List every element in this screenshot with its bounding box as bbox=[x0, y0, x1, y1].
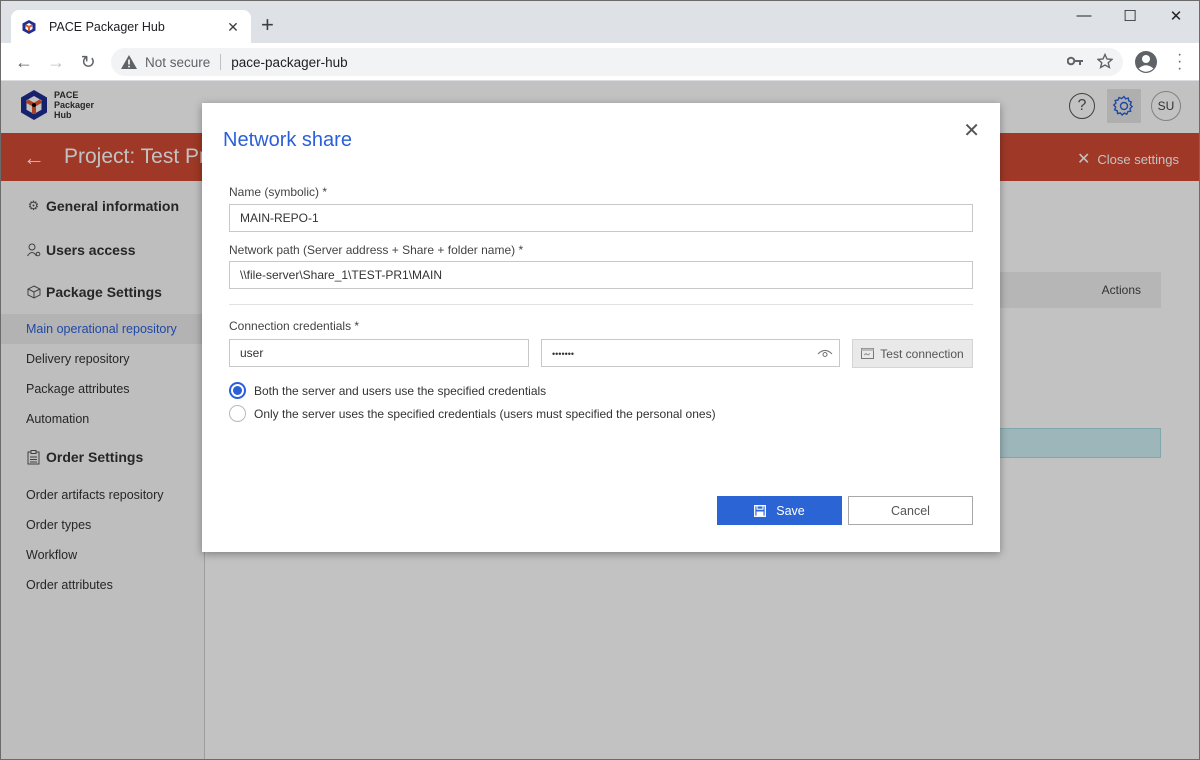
tab-title: PACE Packager Hub bbox=[49, 20, 165, 34]
radio-label: Both the server and users use the specif… bbox=[254, 383, 547, 398]
url-text: pace-packager-hub bbox=[231, 54, 348, 70]
pace-logo-icon bbox=[22, 20, 36, 34]
tab-close-icon[interactable]: ✕ bbox=[225, 19, 241, 36]
omnibox-separator bbox=[220, 54, 222, 70]
network-share-dialog: Network share ✕ Name (symbolic) * MAIN-R… bbox=[202, 103, 1000, 552]
radio-option-server-only-credentials[interactable]: Only the server uses the specified crede… bbox=[229, 405, 716, 422]
browser-toolbar: ← → ↻ Not secure pace-packager-hub · · · bbox=[1, 43, 1199, 81]
warning-icon bbox=[121, 55, 137, 69]
radio-label: Only the server uses the specified crede… bbox=[254, 406, 716, 421]
radio-button-selected[interactable] bbox=[229, 382, 246, 399]
minimize-button[interactable]: — bbox=[1061, 7, 1107, 29]
security-label: Not secure bbox=[145, 54, 211, 70]
maximize-button[interactable]: ☐ bbox=[1107, 7, 1153, 29]
save-button[interactable]: Save bbox=[717, 496, 842, 525]
test-connection-label: Test connection bbox=[880, 346, 964, 361]
browser-menu-icon[interactable]: · · · bbox=[1177, 47, 1182, 77]
address-bar[interactable]: Not secure pace-packager-hub bbox=[111, 48, 1123, 76]
bookmark-star-icon[interactable] bbox=[1097, 53, 1113, 69]
key-icon[interactable] bbox=[1067, 56, 1083, 66]
dialog-close-icon[interactable]: ✕ bbox=[963, 121, 980, 141]
network-path-label: Network path (Server address + Share + f… bbox=[229, 243, 524, 257]
section-divider bbox=[229, 304, 973, 305]
new-tab-button[interactable]: + bbox=[261, 14, 274, 36]
profile-icon[interactable] bbox=[1134, 50, 1158, 74]
back-button[interactable]: ← bbox=[13, 51, 35, 73]
radio-button[interactable] bbox=[229, 405, 246, 422]
browser-tab[interactable]: PACE Packager Hub ✕ bbox=[11, 10, 251, 44]
password-mask: ••••••• bbox=[552, 349, 575, 359]
network-path-input[interactable]: \\file-server\Share_1\TEST-PR1\MAIN bbox=[229, 261, 973, 289]
reload-button[interactable]: ↻ bbox=[77, 51, 99, 73]
radio-option-both-credentials[interactable]: Both the server and users use the specif… bbox=[229, 382, 546, 399]
browser-window: PACE Packager Hub ✕ + — ☐ ✕ ← → ↻ Not se… bbox=[0, 0, 1200, 760]
show-password-eye-icon[interactable] bbox=[817, 346, 833, 360]
credentials-label: Connection credentials * bbox=[229, 319, 360, 333]
window-close-button[interactable]: ✕ bbox=[1153, 7, 1199, 29]
connection-icon bbox=[861, 348, 875, 359]
dialog-title: Network share bbox=[223, 129, 352, 151]
test-connection-button[interactable]: Test connection bbox=[852, 339, 973, 368]
username-input[interactable]: user bbox=[229, 339, 529, 367]
name-label: Name (symbolic) * bbox=[229, 185, 328, 199]
name-input[interactable]: MAIN-REPO-1 bbox=[229, 204, 973, 232]
save-label: Save bbox=[776, 503, 805, 518]
tab-strip: PACE Packager Hub ✕ + — ☐ ✕ bbox=[1, 1, 1199, 44]
cancel-button[interactable]: Cancel bbox=[848, 496, 973, 525]
save-disk-icon bbox=[754, 504, 767, 517]
forward-button[interactable]: → bbox=[45, 51, 67, 73]
password-input[interactable]: ••••••• bbox=[541, 339, 840, 367]
